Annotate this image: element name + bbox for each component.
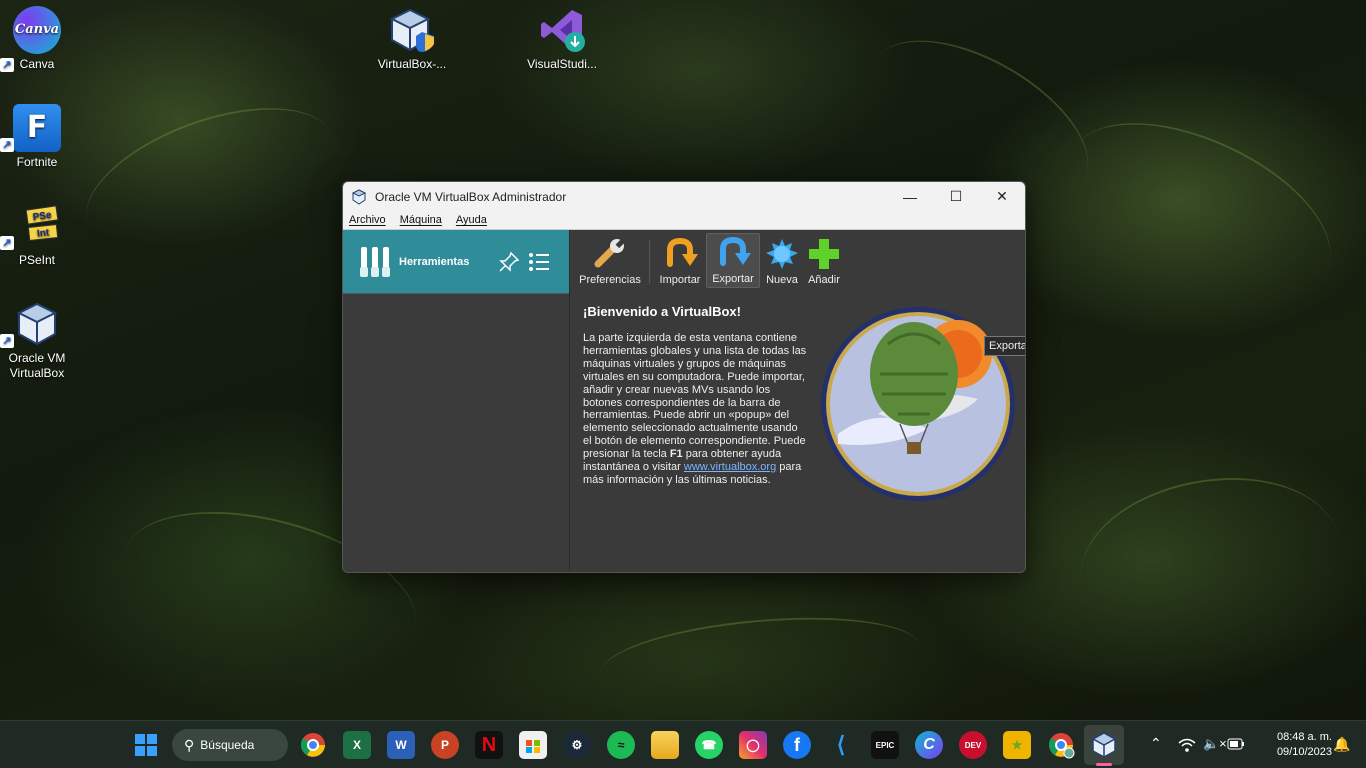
virtualbox-website-link[interactable]: www.virtualbox.org <box>684 461 776 473</box>
taskbar-search[interactable]: ⚲ Búsqueda <box>172 729 288 761</box>
virtualbox-cube-icon <box>13 300 61 348</box>
toolbar-label: Preferencias <box>579 274 641 286</box>
toolbar: Preferencias Importar Exportar Nueva Aña… <box>571 230 1025 292</box>
search-icon: ⚲ <box>184 736 195 753</box>
canva-icon: Canva <box>13 6 61 54</box>
volume-muted-icon[interactable]: 🔈× <box>1203 736 1227 752</box>
exportar-button[interactable]: Exportar <box>706 233 760 288</box>
importar-button[interactable]: Importar <box>656 233 704 288</box>
spotify-icon[interactable]: ≈ <box>607 731 635 759</box>
file-explorer-icon[interactable] <box>651 731 679 759</box>
microsoft-store-icon[interactable] <box>519 731 547 759</box>
show-hidden-icons-chevron-icon[interactable]: ⌃ <box>1150 735 1162 752</box>
notifications-icon[interactable]: 🔔 <box>1333 736 1350 753</box>
search-label: Búsqueda <box>200 738 255 752</box>
menu-archivo[interactable]: Archivo <box>349 214 386 226</box>
word-icon[interactable]: W <box>387 731 415 759</box>
f1-key: F1 <box>669 448 683 461</box>
window-title: Oracle VM VirtualBox Administrador <box>375 189 567 204</box>
active-app-indicator <box>1096 763 1112 766</box>
minimize-button[interactable]: — <box>887 182 933 211</box>
menu-maquina[interactable]: Máquina <box>400 214 442 226</box>
tools-pane: Preferencias Importar Exportar Nueva Aña… <box>571 230 1025 572</box>
maximize-button[interactable]: ☐ <box>933 182 979 211</box>
devcpp-icon[interactable]: DEV <box>959 731 987 759</box>
machine-list-pane: Herramientas <box>343 230 570 572</box>
close-button[interactable]: ✕ <box>979 182 1025 211</box>
import-arrow-icon <box>667 238 698 267</box>
welcome-text-part: La parte izquierda de esta ventana conti… <box>583 332 807 461</box>
pseint-icon: PSe Int <box>13 202 61 250</box>
taskbar: ⚲ Búsqueda X W P N ⚙ ≈ ☎ ◯ f ⟨ EPIC C DE… <box>0 720 1366 768</box>
desktop-icon-label: PSeInt <box>18 253 56 267</box>
shortcut-arrow-icon: ↗ <box>0 138 14 152</box>
toolbar-label: Importar <box>659 274 701 286</box>
list-menu-icon[interactable] <box>527 250 551 274</box>
clock-time: 08:48 a. m. <box>1276 731 1332 743</box>
steam-icon[interactable]: ⚙ <box>563 731 591 759</box>
add-plus-icon <box>809 239 839 269</box>
toolbar-label: Nueva <box>766 274 798 286</box>
shortcut-arrow-icon: ↗ <box>0 58 14 72</box>
whatsapp-icon[interactable]: ☎ <box>695 731 723 759</box>
pin-icon[interactable] <box>497 250 521 274</box>
desktop-icon-visual-studio[interactable]: VisualStudi... <box>524 6 600 72</box>
instagram-icon[interactable]: ◯ <box>739 731 767 759</box>
netflix-icon[interactable]: N <box>475 731 503 759</box>
windows-start-icon[interactable] <box>132 731 160 759</box>
shortcut-arrow-icon: ↗ <box>0 236 14 250</box>
sidebar-item-herramientas[interactable]: Herramientas <box>343 230 569 294</box>
desktop-icon-oracle-vm-virtualbox[interactable]: ↗ Oracle VM VirtualBox <box>0 300 74 381</box>
game-icon[interactable]: ★ <box>1003 731 1031 759</box>
taskbar-clock[interactable]: 08:48 a. m. 09/10/2023 <box>1258 730 1332 760</box>
facebook-icon[interactable]: f <box>783 731 811 759</box>
clock-date: 09/10/2023 <box>1276 746 1332 758</box>
desktop-icon-label: VisualStudi... <box>527 57 597 71</box>
preferencias-button[interactable]: Preferencias <box>575 233 645 288</box>
anadir-button[interactable]: Añadir <box>804 233 844 288</box>
sidebar-item-label: Herramientas <box>399 255 470 268</box>
menu-ayuda[interactable]: Ayuda <box>456 214 487 226</box>
chrome-profile-icon[interactable] <box>1047 731 1075 759</box>
nueva-button[interactable]: Nueva <box>762 233 802 288</box>
desktop-icon-label: Oracle VM VirtualBox <box>8 351 66 380</box>
visual-studio-installer-icon <box>538 6 586 54</box>
desktop-icon-fortnite[interactable]: F ↗ Fortnite <box>0 104 74 170</box>
fortnite-icon: F <box>13 104 61 152</box>
excel-icon[interactable]: X <box>343 731 371 759</box>
welcome-title: ¡Bienvenido a VirtualBox! <box>583 304 741 319</box>
shortcut-arrow-icon: ↗ <box>0 334 14 348</box>
toolbar-label: Exportar <box>712 273 754 285</box>
desktop-icon-canva[interactable]: Canva ↗ Canva <box>0 6 74 72</box>
desktop-icon-label: Fortnite <box>16 155 58 169</box>
epic-games-icon[interactable]: EPIC <box>871 731 899 759</box>
svg-text:Int: Int <box>37 227 51 239</box>
desktop-icon-virtualbox-installer[interactable]: VirtualBox-... <box>374 6 450 72</box>
wifi-icon[interactable] <box>1178 737 1196 753</box>
powerpoint-icon[interactable]: P <box>431 731 459 759</box>
toolbar-separator <box>649 240 650 284</box>
desktop-icon-label: VirtualBox-... <box>377 57 447 71</box>
new-star-icon <box>766 239 798 269</box>
virtualbox-installer-icon <box>388 6 436 54</box>
virtualbox-taskbar-icon[interactable] <box>1090 731 1118 759</box>
vscode-icon[interactable]: ⟨ <box>827 731 855 759</box>
export-tooltip: Exportar servicio virtualizado (Ctrl+E) <box>984 336 1025 356</box>
wrench-icon <box>594 238 625 268</box>
canva-taskbar-icon[interactable]: C <box>915 731 943 759</box>
battery-icon[interactable] <box>1227 738 1245 750</box>
toolbar-label: Añadir <box>808 274 840 286</box>
chrome-icon[interactable] <box>299 731 327 759</box>
export-arrow-icon <box>720 237 751 266</box>
virtualbox-manager-window: Oracle VM VirtualBox Administrador — ☐ ✕… <box>342 181 1026 573</box>
hot-air-balloon-illustration <box>821 307 1015 501</box>
virtualbox-app-icon <box>351 188 367 205</box>
welcome-text: La parte izquierda de esta ventana conti… <box>583 332 807 487</box>
menu-bar: Archivo Máquina Ayuda <box>343 211 1025 230</box>
tools-icon <box>360 246 390 277</box>
title-bar[interactable]: Oracle VM VirtualBox Administrador — ☐ ✕ <box>343 182 1025 211</box>
desktop-icon-pseint[interactable]: PSe Int ↗ PSeInt <box>0 202 74 268</box>
